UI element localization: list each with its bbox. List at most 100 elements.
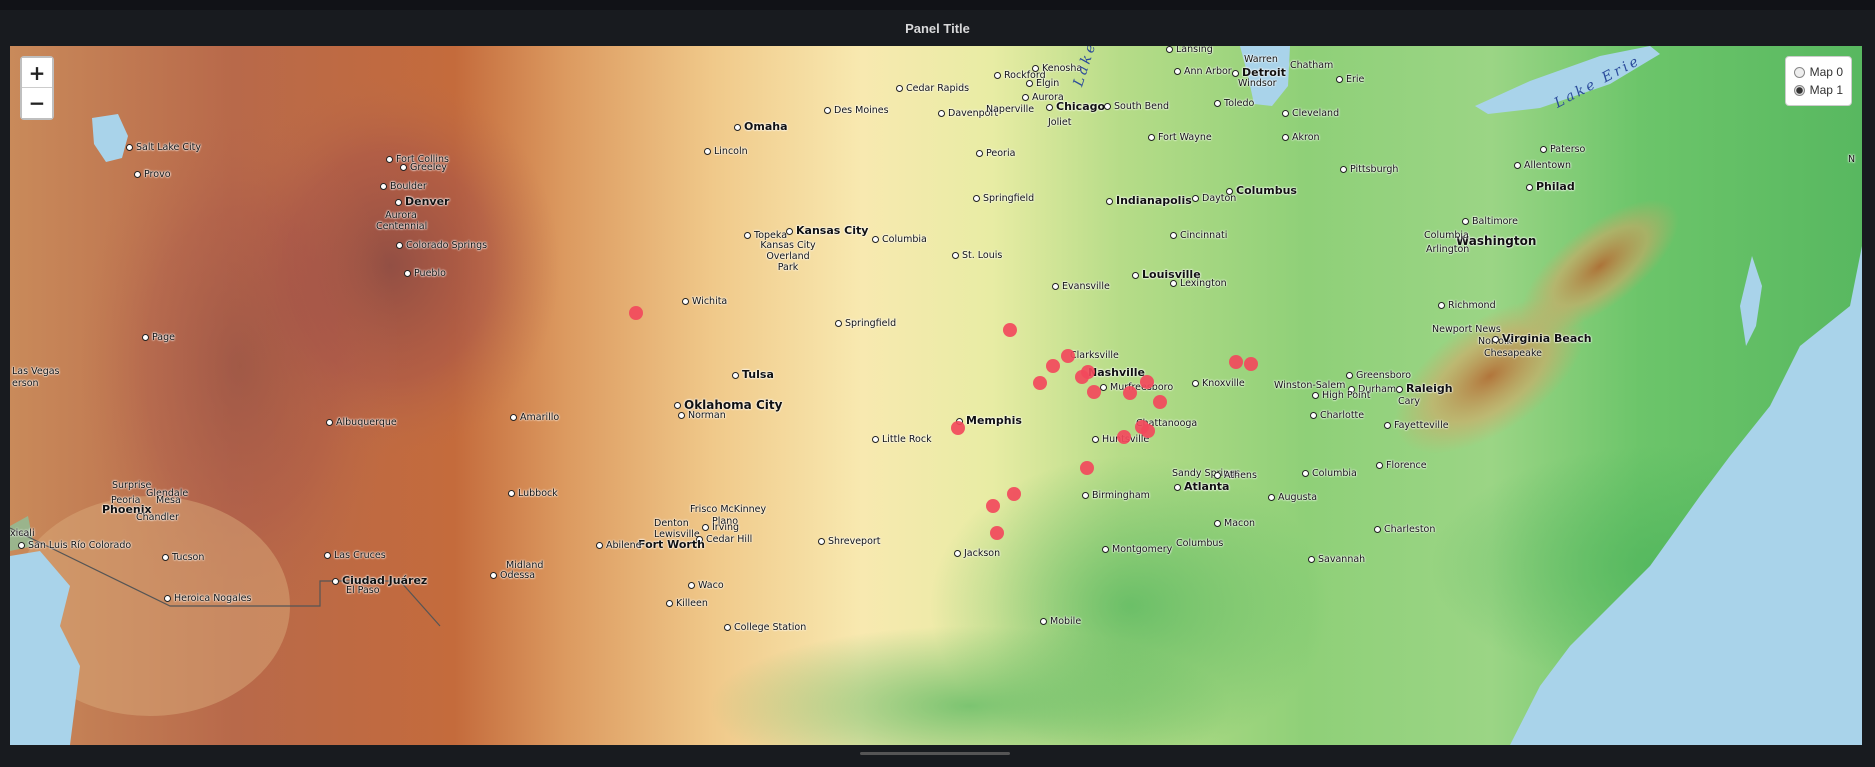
city-label: N [1848,154,1856,165]
city-label: Cary [1398,396,1420,407]
city-label: El Paso [346,585,380,596]
city-label: Irving [702,522,739,533]
city-label: Springfield [973,193,1034,204]
data-marker[interactable] [1080,461,1094,475]
city-label: Aurora Centennial [376,210,428,232]
map-panel: Panel Title Salt Lake City Provo Fort Co… [0,10,1875,767]
city-label: Jackson [954,548,1000,559]
city-label: South Bend [1104,101,1169,112]
city-label: Macon [1214,518,1255,529]
city-label: Provo [134,169,171,180]
city-label: Atlanta [1174,480,1229,493]
city-label: Chandler [136,512,179,523]
city-label: Albuquerque [326,417,397,428]
city-label: Omaha [734,120,788,133]
city-label: Frisco McKinney [690,504,767,515]
data-marker[interactable] [1244,357,1258,371]
city-label: Little Rock [872,434,932,445]
radio-button[interactable] [1793,84,1805,96]
city-label: Abilene [596,540,642,551]
city-label: Chesapeake [1484,348,1542,359]
city-label: Cincinnati [1170,230,1227,241]
city-label: Las Vegas [12,366,60,377]
data-marker[interactable] [1141,424,1155,438]
data-marker[interactable] [1117,430,1131,444]
city-label: Charleston [1374,524,1435,535]
geomap[interactable]: Salt Lake City Provo Fort Collins Greele… [10,46,1862,745]
city-label: Warren [1244,54,1278,65]
data-marker[interactable] [1123,386,1137,400]
layer-option[interactable]: Map 0 [1793,63,1843,81]
city-label: Colorado Springs [396,240,487,251]
city-label: High Point [1312,390,1370,401]
city-label: Mesa [156,495,181,506]
data-marker[interactable] [986,499,1000,513]
city-label: Clarksville [1070,350,1119,361]
city-label: Odessa [490,570,535,581]
city-label: Toledo [1214,98,1254,109]
data-marker[interactable] [1140,375,1154,389]
city-label: Tulsa [732,368,774,381]
data-marker[interactable] [1075,370,1089,384]
city-label: Nashville [1088,366,1145,379]
city-label: Pittsburgh [1340,164,1398,175]
city-label: Shreveport [818,536,881,547]
data-marker[interactable] [629,306,643,320]
data-marker[interactable] [1046,359,1060,373]
city-label: Montgomery [1102,544,1172,555]
city-label: Greensboro [1346,370,1411,381]
city-label: Indianapolis [1106,194,1192,207]
layer-option[interactable]: Map 1 [1793,81,1843,99]
city-labels: Salt Lake City Provo Fort Collins Greele… [10,46,1862,745]
city-label: Athens [1214,470,1257,481]
layer-switcher: Map 0 Map 1 [1784,56,1852,106]
city-label: Columbia [872,234,927,245]
city-label: Fayetteville [1384,420,1449,431]
city-label: Birmingham [1082,490,1150,501]
city-label: Norman [678,410,726,421]
data-marker[interactable] [951,421,965,435]
data-marker[interactable] [1033,376,1047,390]
city-label: xicali [10,528,35,539]
city-label: Heroica Nogales [164,593,251,604]
city-label: Windsor [1238,78,1277,89]
zoom-in-button[interactable]: + [22,58,52,88]
city-label: Charlotte [1310,410,1364,421]
data-marker[interactable] [990,526,1004,540]
radio-button[interactable] [1793,66,1805,78]
city-label: Fort Worth [638,538,705,551]
city-label: Mobile [1040,616,1081,627]
city-label: Las Cruces [324,550,386,561]
city-label: Columbia [1424,230,1469,241]
zoom-out-button[interactable]: − [22,88,52,118]
city-label: Naperville [986,104,1035,115]
data-marker[interactable] [1061,349,1075,363]
city-label: Kansas City Overland Park [760,240,816,273]
city-label: Kansas City [786,224,868,237]
data-marker[interactable] [1087,385,1101,399]
city-label: Columbia [1302,468,1357,479]
data-marker[interactable] [1229,355,1243,369]
city-label: Savannah [1308,554,1365,565]
scrollbar[interactable] [860,752,1010,755]
city-label: Lincoln [704,146,748,157]
data-marker[interactable] [1003,323,1017,337]
city-label: Memphis [956,414,1022,427]
city-label: Akron [1282,132,1320,143]
city-label: Joliet [1048,117,1072,128]
panel-header[interactable]: Panel Title [0,10,1875,46]
city-label: Lubbock [508,488,558,499]
city-label: Newport News [1432,324,1501,335]
data-marker[interactable] [1153,395,1167,409]
city-label: Raleigh [1396,382,1453,395]
city-label: Augusta [1268,492,1317,503]
city-label: College Station [724,622,806,633]
city-label: Knoxville [1192,378,1245,389]
city-label: Denver [395,195,449,208]
city-label: Elgin [1026,78,1059,89]
data-marker[interactable] [1007,487,1021,501]
city-label: St. Louis [952,250,1002,261]
city-label: erson [12,378,39,389]
city-label: Columbus [1226,184,1297,197]
city-label: Salt Lake City [126,142,201,153]
